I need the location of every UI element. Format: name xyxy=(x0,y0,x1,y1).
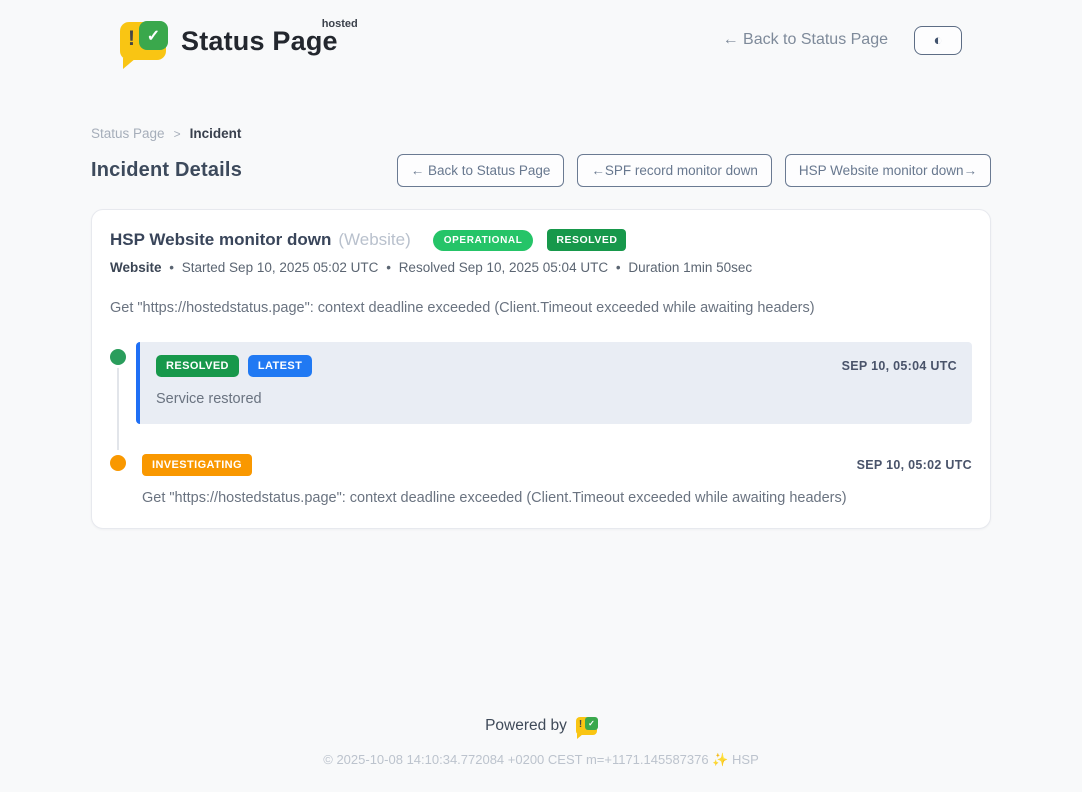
resolved-status-badge: RESOLVED xyxy=(547,229,626,251)
header-back-to-status-page-link[interactable]: ← Back to Status Page xyxy=(723,31,888,49)
page-title: Incident Details xyxy=(91,159,242,182)
timeline-badges-row: INVESTIGATING SEP 10, 05:02 UTC xyxy=(142,454,972,476)
breadcrumb-status-page[interactable]: Status Page xyxy=(91,126,165,141)
logo-check-icon: ✓ xyxy=(139,21,168,50)
resolved-badge: RESOLVED xyxy=(156,355,239,377)
incident-timeline: RESOLVED LATEST SEP 10, 05:04 UTC Servic… xyxy=(110,342,972,506)
timeline-item-resolved: RESOLVED LATEST SEP 10, 05:04 UTC Servic… xyxy=(110,342,972,424)
meta-duration: Duration 1min 50sec xyxy=(628,260,752,275)
copyright-line: © 2025-10-08 14:10:34.772084 +0200 CEST … xyxy=(0,752,1082,768)
incident-component: (Website) xyxy=(338,230,410,250)
incident-title: HSP Website monitor down xyxy=(110,230,331,250)
meta-separator: • xyxy=(386,260,391,275)
main-content: Status Page > Incident Incident Details … xyxy=(91,126,991,529)
header: ! ✓ Status Page hosted ← Back to Status … xyxy=(0,0,1082,64)
logo-bubble-tail xyxy=(123,58,136,69)
breadcrumb-separator: > xyxy=(174,127,181,141)
brand-text: Status Page hosted xyxy=(181,26,352,57)
next-incident-button[interactable]: HSP Website monitor down→ xyxy=(785,154,991,187)
breadcrumb: Status Page > Incident xyxy=(91,126,991,141)
header-right: ← Back to Status Page ◐ xyxy=(723,26,962,55)
incident-meta: Website • Started Sep 10, 2025 05:02 UTC… xyxy=(110,260,972,275)
meta-started: Started Sep 10, 2025 05:02 UTC xyxy=(182,260,379,275)
timeline-entry: INVESTIGATING SEP 10, 05:02 UTC Get "htt… xyxy=(136,454,972,506)
investigating-badge: INVESTIGATING xyxy=(142,454,252,476)
powered-by-label: Powered by xyxy=(485,717,567,735)
logo-exclamation-icon: ! xyxy=(128,27,135,51)
incident-description: Get "https://hostedstatus.page": context… xyxy=(110,300,972,316)
incident-card: HSP Website monitor down (Website) OPERA… xyxy=(91,209,991,529)
timeline-item-investigating: INVESTIGATING SEP 10, 05:02 UTC Get "htt… xyxy=(110,454,972,506)
timeline-message: Service restored xyxy=(156,391,957,407)
breadcrumb-incident: Incident xyxy=(190,126,242,141)
timeline-dot-green xyxy=(110,349,126,365)
powered-by-row: Powered by ! ✓ xyxy=(0,717,1082,735)
prev-incident-button[interactable]: ←SPF record monitor down xyxy=(577,154,772,187)
meta-resolved: Resolved Sep 10, 2025 05:04 UTC xyxy=(399,260,608,275)
timeline-timestamp: SEP 10, 05:02 UTC xyxy=(857,458,972,472)
footer-logo-icon[interactable]: ! ✓ xyxy=(576,717,597,735)
incident-nav-buttons: ← Back to Status Page ←SPF record monito… xyxy=(397,154,991,187)
title-row: Incident Details ← Back to Status Page ←… xyxy=(91,154,991,187)
meta-separator: • xyxy=(169,260,174,275)
timeline-dot-orange xyxy=(110,455,126,471)
operational-badge: OPERATIONAL xyxy=(433,230,534,251)
logo-speech-bubble-icon: ! ✓ xyxy=(120,22,166,60)
half-circle-theme-icon: ◐ xyxy=(933,32,942,49)
incident-title-row: HSP Website monitor down (Website) OPERA… xyxy=(110,229,972,251)
timeline-badges-row: RESOLVED LATEST SEP 10, 05:04 UTC xyxy=(156,355,957,377)
footer: Powered by ! ✓ © 2025-10-08 14:10:34.772… xyxy=(0,717,1082,792)
latest-badge: LATEST xyxy=(248,355,312,377)
app-logo[interactable]: ! ✓ Status Page hosted xyxy=(120,20,352,60)
timeline-entry-latest: RESOLVED LATEST SEP 10, 05:04 UTC Servic… xyxy=(136,342,972,424)
brand-name: Status Page xyxy=(181,26,338,56)
brand-superscript: hosted xyxy=(322,18,358,30)
footer-logo-check-icon: ✓ xyxy=(585,717,598,730)
meta-component: Website xyxy=(110,260,162,275)
timeline-message: Get "https://hostedstatus.page": context… xyxy=(142,490,972,506)
back-to-status-page-button[interactable]: ← Back to Status Page xyxy=(397,154,565,187)
footer-logo-exclamation-icon: ! xyxy=(579,719,582,730)
timeline-timestamp: SEP 10, 05:04 UTC xyxy=(842,359,957,373)
meta-separator: • xyxy=(616,260,621,275)
theme-toggle-button[interactable]: ◐ xyxy=(914,26,962,55)
